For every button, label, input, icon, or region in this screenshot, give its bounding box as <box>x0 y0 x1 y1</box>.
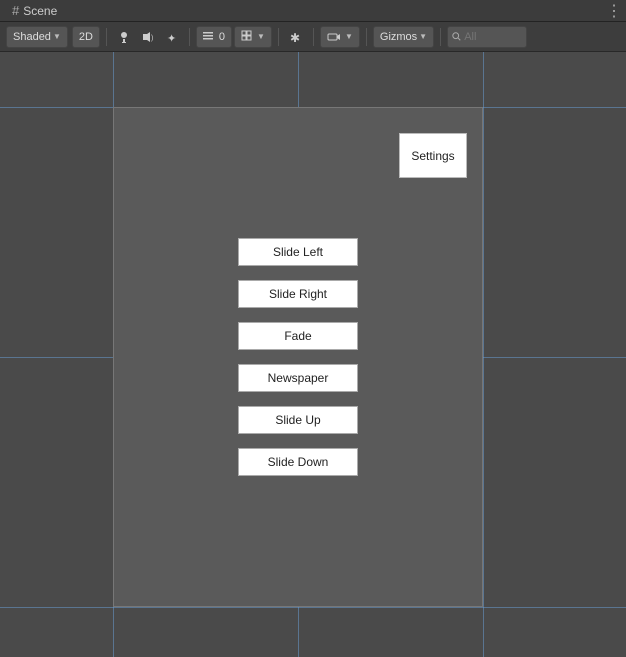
count-button[interactable]: 0 <box>196 26 232 48</box>
fade-label: Fade <box>284 329 311 343</box>
guide-line-h3 <box>0 607 626 608</box>
fade-button[interactable]: Fade <box>238 322 358 350</box>
canvas-rect: Settings Slide Left Slide Right Fade New… <box>113 107 483 607</box>
toolbar-separator-1 <box>106 28 107 46</box>
scene-area: Settings Slide Left Slide Right Fade New… <box>0 52 626 657</box>
gizmos-arrow-icon: ▼ <box>419 32 427 41</box>
2d-button[interactable]: 2D <box>72 26 100 48</box>
2d-label: 2D <box>79 31 93 43</box>
tab-label: Scene <box>23 4 57 18</box>
count-label: 0 <box>219 31 225 43</box>
toolbar-separator-5 <box>366 28 367 46</box>
search-input[interactable] <box>464 31 522 43</box>
grid-button[interactable]: ▼ <box>234 26 272 48</box>
settings-label: Settings <box>411 149 454 163</box>
slide-up-button[interactable]: Slide Up <box>238 406 358 434</box>
camera-arrow-icon: ▼ <box>345 32 353 41</box>
svg-text:): ) <box>151 35 153 42</box>
audio-icon-btn[interactable]: ) <box>137 26 159 48</box>
tab-hash-icon: # <box>12 3 19 18</box>
slide-down-button[interactable]: Slide Down <box>238 448 358 476</box>
toolbar-count-group: 0 ▼ <box>196 26 272 48</box>
settings-button[interactable]: Settings <box>399 133 467 178</box>
transition-buttons-container: Slide Left Slide Right Fade Newspaper Sl… <box>238 238 358 490</box>
toolbar-separator-3 <box>278 28 279 46</box>
svg-text:✱: ✱ <box>290 31 300 44</box>
newspaper-label: Newspaper <box>268 371 329 385</box>
scene-tab[interactable]: # Scene <box>4 0 65 21</box>
guide-line-v3 <box>483 52 484 657</box>
tab-options-icon[interactable]: ⋮ <box>606 1 622 21</box>
shaded-dropdown[interactable]: Shaded ▼ <box>6 26 68 48</box>
light-icon-btn[interactable] <box>113 26 135 48</box>
toolbar-separator-6 <box>440 28 441 46</box>
toolbar-separator-2 <box>189 28 190 46</box>
slide-left-label: Slide Left <box>273 245 323 259</box>
slide-right-label: Slide Right <box>269 287 327 301</box>
toolbar: Shaded ▼ 2D ) ✦ <box>0 22 626 52</box>
grid-arrow-icon: ▼ <box>257 32 265 41</box>
shaded-arrow-icon: ▼ <box>53 32 61 41</box>
search-icon <box>452 31 461 42</box>
slide-right-button[interactable]: Slide Right <box>238 280 358 308</box>
newspaper-button[interactable]: Newspaper <box>238 364 358 392</box>
slide-down-label: Slide Down <box>268 455 329 469</box>
slide-up-label: Slide Up <box>275 413 320 427</box>
effects-icon-btn[interactable]: ✦ <box>161 26 183 48</box>
toolbar-separator-4 <box>313 28 314 46</box>
gizmos-label: Gizmos <box>380 31 417 43</box>
tools-icon-btn[interactable]: ✱ <box>285 26 307 48</box>
gizmos-dropdown[interactable]: Gizmos ▼ <box>373 26 434 48</box>
slide-left-button[interactable]: Slide Left <box>238 238 358 266</box>
svg-text:✦: ✦ <box>167 33 176 44</box>
camera-dropdown[interactable]: ▼ <box>320 26 360 48</box>
toolbar-icons-group: ) ✦ <box>113 26 183 48</box>
shaded-label: Shaded <box>13 31 51 43</box>
tab-bar: # Scene ⋮ <box>0 0 626 22</box>
